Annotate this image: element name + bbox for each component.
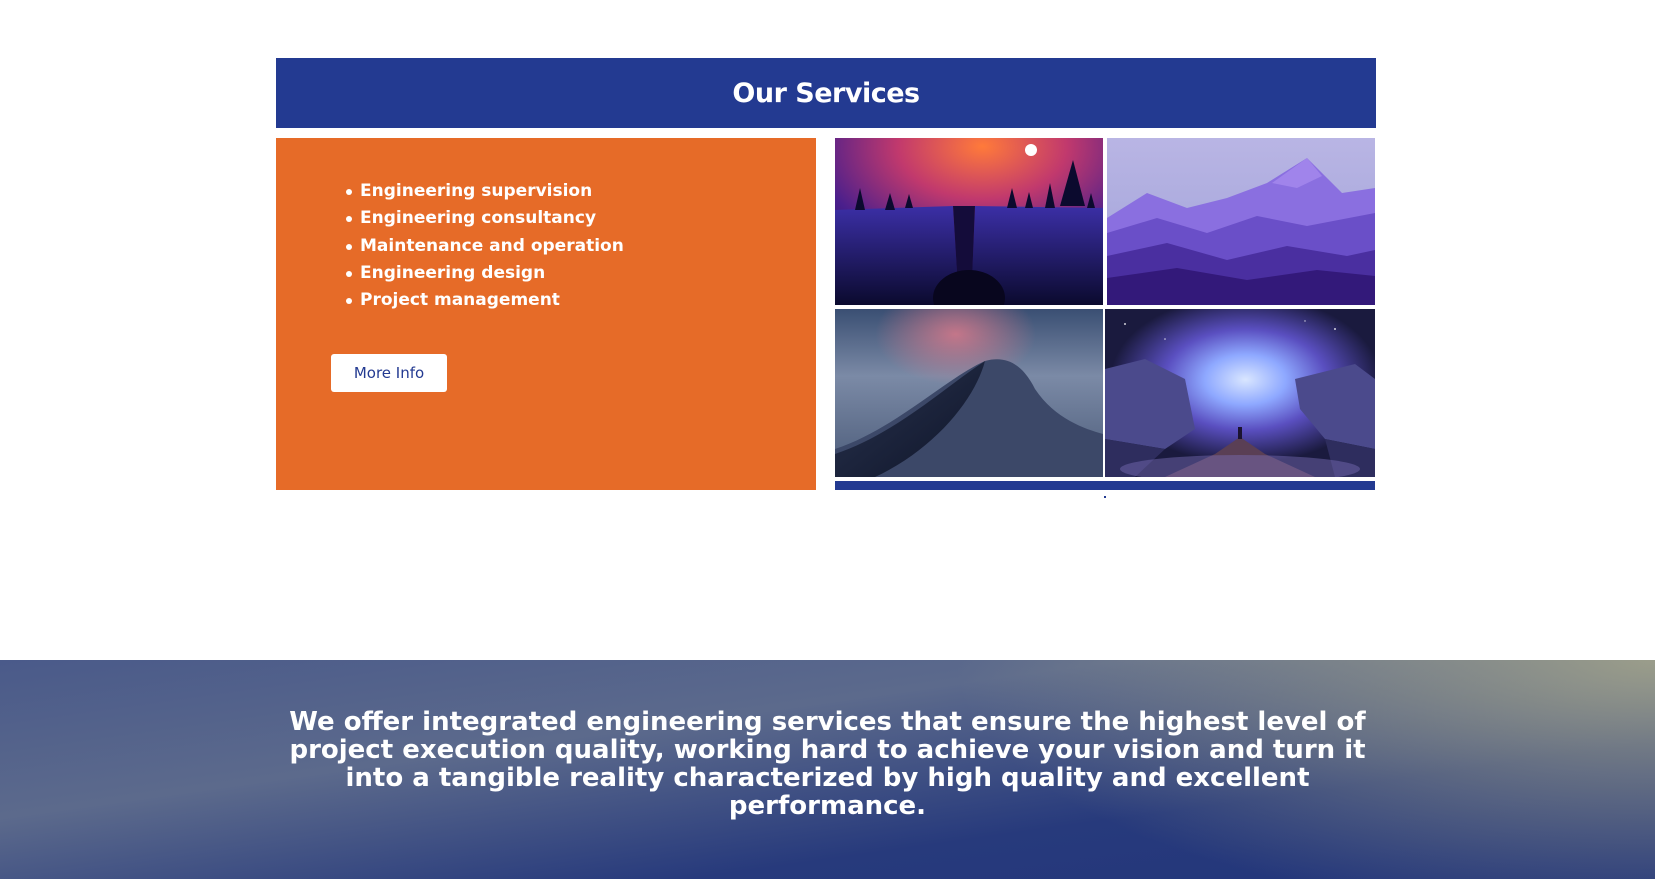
- page: Our Services Engineering supervision Eng…: [0, 0, 1655, 879]
- services-list: Engineering supervision Engineering cons…: [344, 178, 624, 314]
- gallery-image-desert-dune[interactable]: [835, 309, 1103, 477]
- gallery-bottom-bar: [835, 481, 1375, 490]
- services-panel: Engineering supervision Engineering cons…: [276, 138, 816, 490]
- service-item-engineering-supervision: Engineering supervision: [346, 178, 624, 205]
- service-item-engineering-design: Engineering design: [346, 260, 624, 287]
- carousel-indicator-dot: [1104, 496, 1106, 498]
- services-title: Our Services: [732, 77, 920, 109]
- purple-mountains-illustration: [1107, 138, 1375, 305]
- service-item-maintenance-and-operation: Maintenance and operation: [346, 233, 624, 260]
- gallery-image-cosmic-nebula[interactable]: [1105, 309, 1375, 477]
- image-gallery: [835, 138, 1375, 478]
- more-info-button[interactable]: More Info: [331, 354, 447, 392]
- services-header: Our Services: [276, 58, 1376, 128]
- mission-banner: We offer integrated engineering services…: [0, 660, 1655, 879]
- service-item-engineering-consultancy: Engineering consultancy: [346, 205, 624, 232]
- night-canyon-illustration: [835, 138, 1103, 305]
- cosmic-nebula-illustration: [1105, 309, 1375, 477]
- mission-statement: We offer integrated engineering services…: [289, 707, 1366, 821]
- gallery-image-purple-mountains[interactable]: [1107, 138, 1375, 305]
- gallery-image-night-canyon[interactable]: [835, 138, 1103, 305]
- desert-dune-illustration: [835, 309, 1103, 477]
- service-item-project-management: Project management: [346, 287, 624, 314]
